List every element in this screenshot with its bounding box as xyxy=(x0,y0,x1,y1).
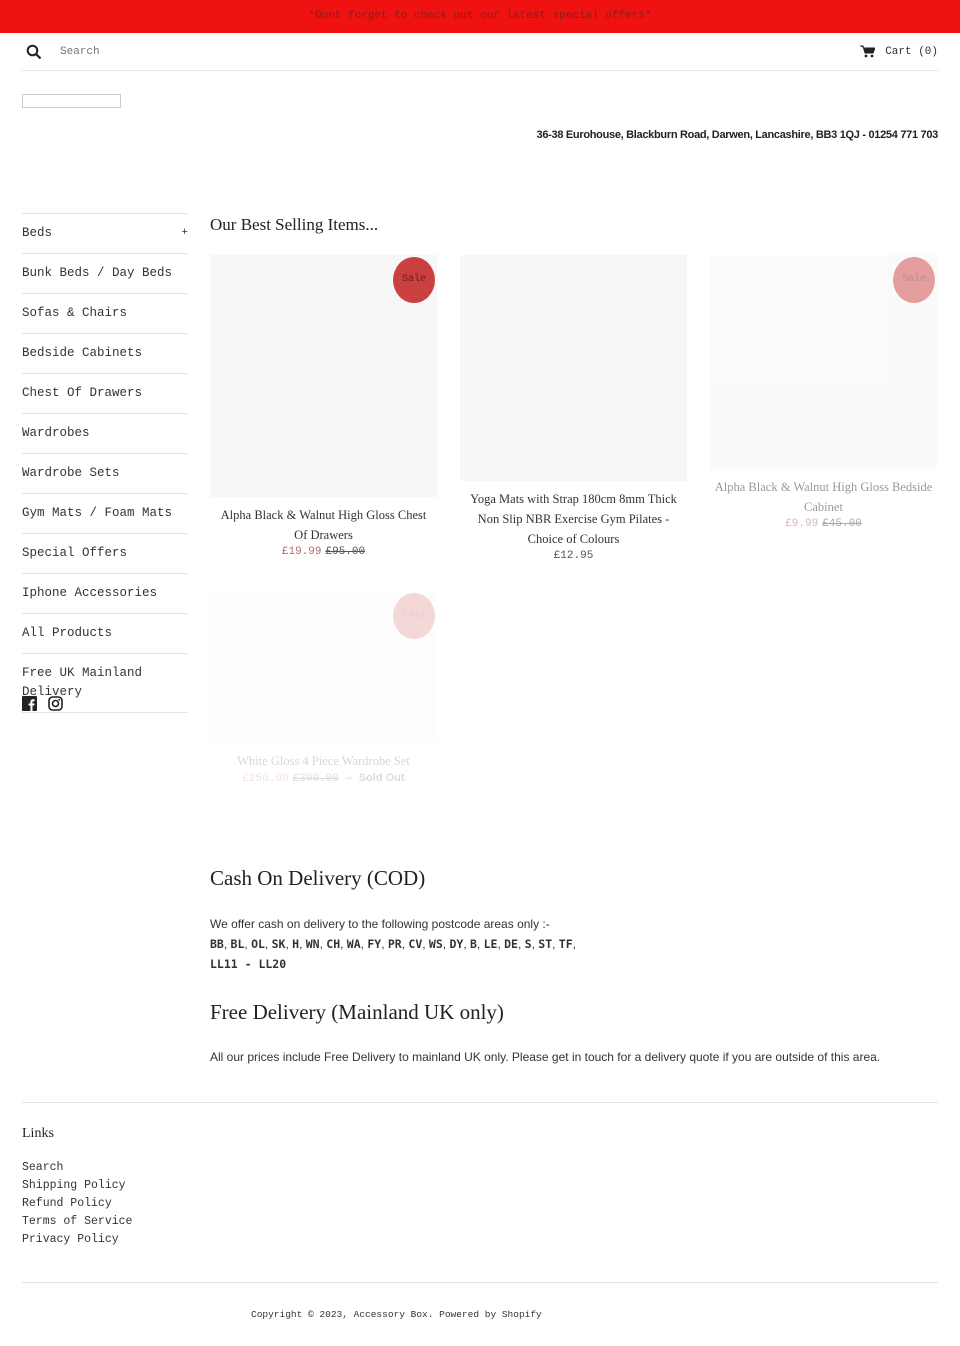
sale-badge: Sale xyxy=(393,593,435,639)
cart-label: Cart (0) xyxy=(885,45,938,58)
sidebar-item[interactable]: Wardrobes xyxy=(22,413,188,453)
expand-icon[interactable]: + xyxy=(181,224,188,243)
footer-links: Search Shipping Policy Refund Policy Terms … xyxy=(22,1159,132,1249)
sidebar-item-label: Special Offers xyxy=(22,546,128,560)
postcode: WS xyxy=(428,937,443,951)
postcode-range-text: LL11 - LL20 xyxy=(210,957,287,971)
delivery-text: All our prices include Free Delivery to … xyxy=(210,1050,881,1064)
sidebar-item-label: Wardrobes xyxy=(22,426,90,440)
copyright: Copyright © 2023, Accessory Box. Powered… xyxy=(251,1309,542,1320)
separator: — xyxy=(345,773,353,785)
sidebar-item[interactable]: Bedside Cabinets xyxy=(22,333,188,373)
sidebar-item-label: All Products xyxy=(22,626,113,640)
postcode: ST xyxy=(538,937,553,951)
divider xyxy=(22,1102,938,1103)
divider xyxy=(22,1282,938,1283)
postcode: FY xyxy=(367,937,382,951)
sale-badge: Sale xyxy=(893,257,935,303)
sidebar-item-label: Iphone Accessories xyxy=(22,586,158,600)
postcode: SK xyxy=(271,937,286,951)
sidebar-item-label: Bunk Beds / Day Beds xyxy=(22,266,173,280)
sidebar-item-label: Chest Of Drawers xyxy=(22,386,143,400)
announcement-bar: *Dont forget to check out our latest spe… xyxy=(0,0,960,33)
store-address: 36-38 Eurohouse, Blackburn Road, Darwen,… xyxy=(536,129,939,141)
footer-links-title: Links xyxy=(22,1126,54,1141)
sidebar-item[interactable]: Bunk Beds / Day Beds xyxy=(22,253,188,293)
sidebar-item-label: Wardrobe Sets xyxy=(22,466,120,480)
footer-link[interactable]: Refund Policy xyxy=(22,1195,132,1213)
product-card[interactable]: Yoga Mats with Strap 180cm 8mm Thick Non… xyxy=(460,255,687,562)
postcode-range: LL11 - LL20 xyxy=(210,954,286,974)
footer-link[interactable]: Privacy Policy xyxy=(22,1231,132,1249)
product-card[interactable]: Sale White Gloss 4 Piece Wardrobe Set £2… xyxy=(210,591,437,785)
cod-intro: We offer cash on delivery to the followi… xyxy=(210,917,550,931)
postcode: BB xyxy=(210,937,224,951)
postcode: BL xyxy=(230,937,245,951)
product-name[interactable]: White Gloss 4 Piece Wardrobe Set xyxy=(210,751,437,771)
product-card[interactable]: Sale Alpha Black & Walnut High Gloss Che… xyxy=(210,255,437,558)
sold-out-label: Sold Out xyxy=(358,772,405,784)
price: £12.95 xyxy=(553,550,594,562)
postcode: TF xyxy=(558,937,573,951)
cart-link[interactable]: Cart (0) xyxy=(860,45,938,58)
sidebar-item[interactable]: Iphone Accessories xyxy=(22,573,188,613)
postcode: OL xyxy=(251,937,265,951)
postcode: B xyxy=(469,937,477,951)
sale-price: £250.00 xyxy=(242,773,289,785)
sidebar-item[interactable]: Sofas & Chairs xyxy=(22,293,188,333)
sale-badge: Sale xyxy=(393,257,435,303)
postcode: DY xyxy=(449,937,464,951)
top-bar: Cart (0) xyxy=(22,33,938,71)
product-card[interactable]: Sale Alpha Black & Walnut High Gloss Bed… xyxy=(710,255,937,530)
sale-price: £19.99 xyxy=(281,546,322,558)
original-price: £45.00 xyxy=(822,518,862,530)
sidebar-item[interactable]: All Products xyxy=(22,613,188,653)
sidebar-item[interactable]: Special Offers xyxy=(22,533,188,573)
sidebar-item[interactable]: Beds + xyxy=(22,213,188,253)
sidebar-item-label: Beds xyxy=(22,226,53,240)
sidebar-item[interactable]: Wardrobe Sets xyxy=(22,453,188,493)
sidebar-item[interactable]: Gym Mats / Foam Mats xyxy=(22,493,188,533)
footer-link[interactable]: Terms of Service xyxy=(22,1213,132,1231)
postcode: H xyxy=(292,937,300,951)
sidebar-item[interactable]: Chest Of Drawers xyxy=(22,373,188,413)
postcode: DE xyxy=(504,937,518,951)
product-name[interactable]: Yoga Mats with Strap 180cm 8mm Thick Non… xyxy=(460,489,687,549)
product-name[interactable]: Alpha Black & Walnut High Gloss Chest Of… xyxy=(210,505,437,545)
product-name[interactable]: Alpha Black & Walnut High Gloss Bedside … xyxy=(710,477,937,517)
postcode: WA xyxy=(346,937,361,951)
sidebar-item-label: Bedside Cabinets xyxy=(22,346,143,360)
instagram-icon[interactable] xyxy=(48,696,63,711)
logo[interactable] xyxy=(22,94,121,108)
footer-link[interactable]: Search xyxy=(22,1159,132,1177)
sidebar-item-label: Gym Mats / Foam Mats xyxy=(22,506,173,520)
section-title: Our Best Selling Items... xyxy=(210,215,379,234)
cart-icon xyxy=(860,45,876,58)
product-image[interactable] xyxy=(460,255,687,481)
postcode: S xyxy=(524,937,532,951)
postcode: LE xyxy=(483,937,498,951)
postcode: PR xyxy=(387,937,402,951)
postcode: WN xyxy=(305,937,320,951)
search-input[interactable] xyxy=(60,45,260,58)
postcode: CV xyxy=(408,937,423,951)
postcode-list: BB, BL, OL, SK, H, WN, CH, WA, FY, PR, C… xyxy=(210,937,576,951)
facebook-icon[interactable] xyxy=(22,696,37,711)
cod-title: Cash On Delivery (COD) xyxy=(210,866,426,890)
original-price: £300.00 xyxy=(292,773,339,785)
sale-price: £9.99 xyxy=(785,518,819,530)
search-icon[interactable] xyxy=(26,44,42,60)
social-links xyxy=(22,696,63,711)
delivery-title: Free Delivery (Mainland UK only) xyxy=(210,1000,504,1024)
footer-link[interactable]: Shipping Policy xyxy=(22,1177,132,1195)
original-price: £95.00 xyxy=(325,546,366,558)
postcode: CH xyxy=(326,937,341,951)
sidebar-nav: Beds + Bunk Beds / Day Beds Sofas & Chairs B… xyxy=(22,213,188,713)
sidebar-item-label: Sofas & Chairs xyxy=(22,306,128,320)
